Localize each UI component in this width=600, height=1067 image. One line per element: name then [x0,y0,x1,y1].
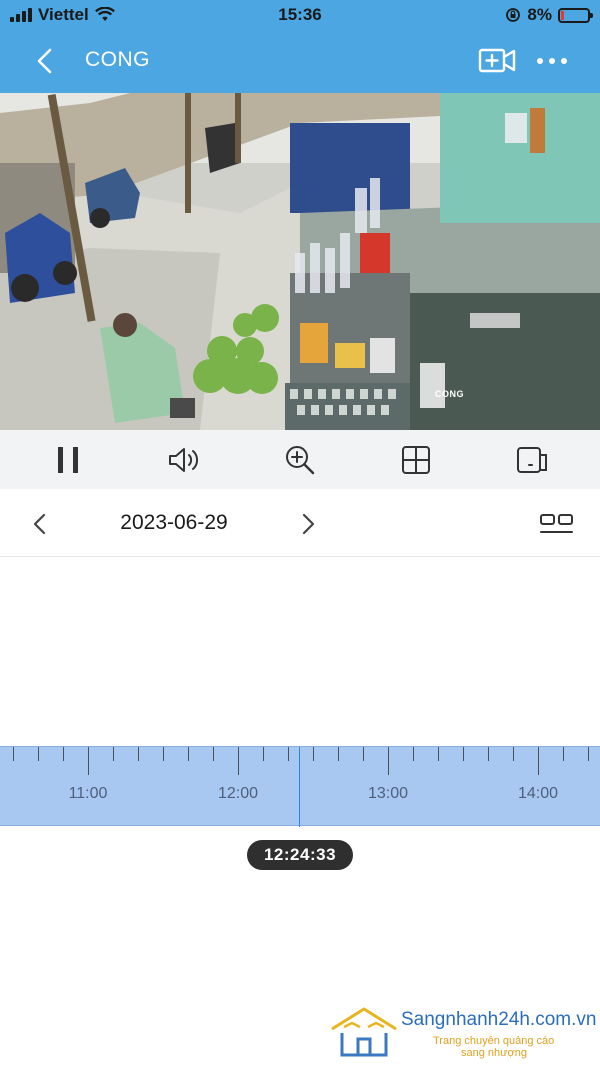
device-switch-button[interactable] [502,438,562,482]
timeline-minor-tick [288,747,289,761]
battery-icon [558,7,593,23]
timeline-hour-label: 11:00 [68,785,108,802]
more-dots-icon[interactable] [534,48,570,74]
grid-button[interactable] [386,438,446,482]
back-button[interactable] [30,46,60,76]
app-header: Viettel 15:36 8% CONG [0,0,600,93]
timeline-major-tick [388,747,389,775]
timeline-hour-label: 12:00 [217,785,259,802]
timeline-minor-tick [338,747,339,761]
watermark-site: Sangnhanh24h.com.vn [401,1009,597,1030]
zoom-button[interactable] [270,438,330,482]
timeline-hour-label: 14:00 [517,785,559,802]
timeline-minor-tick [588,747,589,761]
timeline-minor-tick [113,747,114,761]
status-bar: Viettel 15:36 8% [0,0,600,30]
pause-icon [58,446,78,473]
timeline-minor-tick [163,747,164,761]
timeline-minor-tick [513,747,514,761]
video-plus-icon[interactable] [478,46,516,76]
view-mode-icon[interactable] [538,509,576,539]
timeline-minor-tick [563,747,564,761]
timeline-major-tick [238,747,239,775]
house-logo-icon [331,1007,397,1057]
timeline-minor-tick [213,747,214,761]
timeline-minor-tick [263,747,264,761]
current-time-badge: 12:24:33 [247,840,353,870]
timeline-major-tick [88,747,89,775]
grid-icon [402,445,430,474]
timeline-minor-tick [313,747,314,761]
camera-video-feed[interactable]: CONG [0,93,600,430]
camera-overlay-label: CONG [435,389,464,399]
timeline-minor-tick [188,747,189,761]
timeline-minor-tick [63,747,64,761]
playback-timeline[interactable]: 11:00 12:00 13:00 14:00 [0,746,600,827]
device-switch-icon [517,446,547,473]
date-selector: 2023-06-29 [0,489,600,557]
timeline-minor-tick [38,747,39,761]
watermark-tagline-2: sang nhượng [461,1047,527,1059]
timeline-hour-label: 13:00 [367,785,409,802]
timeline-minor-tick [138,747,139,761]
timeline-minor-tick [13,747,14,761]
timeline-major-tick [538,747,539,775]
watermark-tagline-1: Trang chuyên quảng cáo [433,1035,555,1047]
timeline-minor-tick [488,747,489,761]
orientation-lock-icon [506,8,521,22]
pause-button[interactable] [38,438,98,482]
speaker-icon [169,447,199,472]
camera-scene [0,93,600,430]
timeline-minor-tick [363,747,364,761]
watermark: Sangnhanh24h.com.vn Trang chuyên quảng c… [328,1005,598,1065]
volume-button[interactable] [154,438,214,482]
timeline-minor-tick [438,747,439,761]
playback-controls [0,430,600,489]
zoom-in-icon [286,445,315,474]
timeline-minor-tick [413,747,414,761]
page-title: CONG [85,48,150,71]
timeline-cursor[interactable] [299,747,300,827]
next-date-button[interactable] [293,509,323,539]
battery-group: 8% [505,5,593,25]
timeline-minor-tick [463,747,464,761]
battery-percent: 8% [527,5,552,24]
